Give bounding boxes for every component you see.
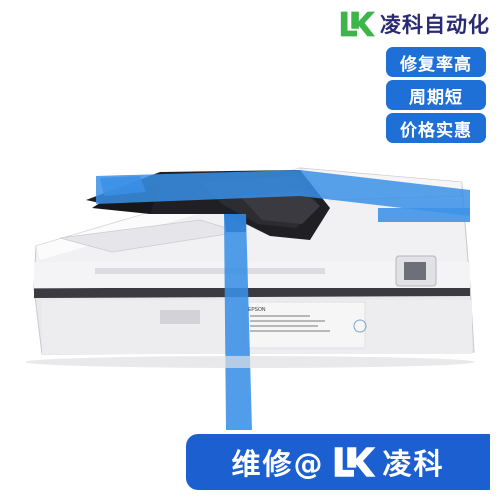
feature-badge-affordable: 价格实惠 [386,113,486,143]
footer-right-text: 凌科 [382,447,445,481]
brand-header: 凌科自动化 [338,6,490,42]
footer-banner: 维修@ 凌科 [186,434,490,490]
brand-name: 凌科自动化 [380,13,490,37]
feature-badge-label: 修复率高 [400,54,472,75]
lk-logo-icon [340,11,376,37]
footer-left-text: 维修@ [231,447,325,481]
feature-badge-repair-rate: 修复率高 [386,47,486,77]
feature-badge-short-cycle: 周期短 [386,80,486,110]
lk-logo-icon [334,447,376,477]
feature-badge-label: 周期短 [409,87,463,108]
feature-badge-label: 价格实惠 [400,120,472,141]
scanner-brand-label: EPSON [248,307,266,313]
